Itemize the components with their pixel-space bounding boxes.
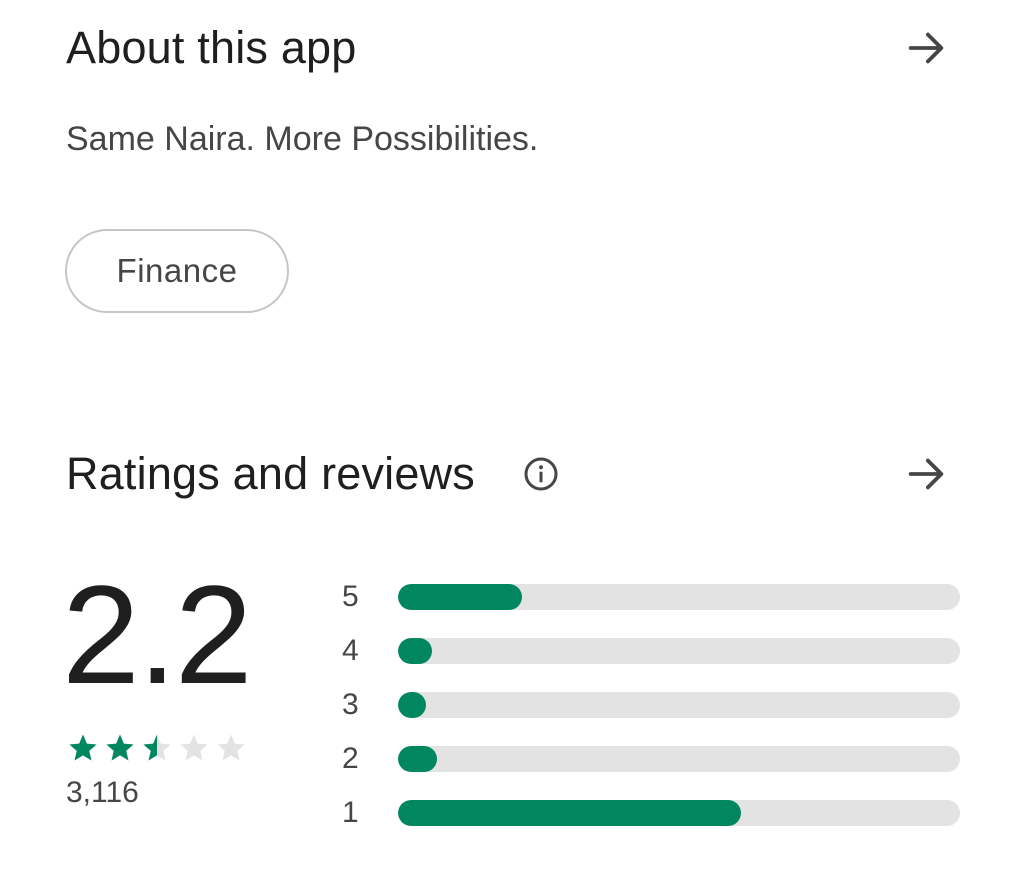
rating-row-1: 1 bbox=[340, 786, 960, 840]
rating-row-label: 3 bbox=[342, 688, 359, 721]
rating-bar-track bbox=[398, 584, 960, 610]
about-section-header[interactable]: About this app bbox=[66, 18, 958, 78]
ratings-arrow-button[interactable] bbox=[900, 448, 952, 500]
ratings-section-header[interactable]: Ratings and reviews bbox=[66, 444, 958, 504]
rating-row-label: 1 bbox=[342, 796, 359, 829]
ratings-info-button[interactable] bbox=[521, 454, 561, 494]
rating-row-5: 5 bbox=[340, 570, 960, 624]
rating-row-label: 2 bbox=[342, 742, 359, 775]
about-arrow-button[interactable] bbox=[900, 22, 952, 74]
rating-bar-fill bbox=[398, 746, 438, 772]
arrow-right-icon bbox=[908, 32, 944, 64]
star-filled-icon bbox=[69, 734, 97, 761]
rating-bar-fill bbox=[398, 638, 432, 664]
rating-bar-track bbox=[398, 638, 960, 664]
info-icon bbox=[524, 457, 558, 491]
category-chip[interactable]: Finance bbox=[65, 229, 289, 313]
rating-bar-track bbox=[398, 692, 960, 718]
rating-bar-track bbox=[398, 746, 960, 772]
arrow-right-icon bbox=[908, 458, 944, 490]
rating-summary: 2.2 3,116 bbox=[62, 565, 296, 810]
average-rating: 2.2 bbox=[62, 556, 253, 713]
app-tagline: Same Naira. More Possibilities. bbox=[66, 120, 539, 158]
star-filled-icon bbox=[106, 734, 134, 761]
app-details-page: About this app Same Naira. More Possibil… bbox=[0, 0, 1024, 875]
rating-row-3: 3 bbox=[340, 678, 960, 732]
rating-histogram: 5 4 3 2 1 bbox=[340, 570, 960, 840]
rating-bar-track bbox=[398, 800, 960, 826]
rating-row-2: 2 bbox=[340, 732, 960, 786]
rating-bar-fill bbox=[398, 692, 427, 718]
rating-bar-fill bbox=[398, 584, 522, 610]
star-half-icon bbox=[143, 734, 171, 761]
rating-row-label: 4 bbox=[342, 634, 359, 667]
star-empty-icon bbox=[180, 734, 208, 761]
rating-row-4: 4 bbox=[340, 624, 960, 678]
rating-row-label: 5 bbox=[342, 580, 359, 613]
review-count: 3,116 bbox=[66, 776, 139, 809]
star-empty-icon bbox=[217, 734, 245, 761]
ratings-title: Ratings and reviews bbox=[66, 448, 475, 499]
rating-bar-fill bbox=[398, 800, 741, 826]
star-rating bbox=[66, 731, 248, 765]
about-title: About this app bbox=[66, 22, 357, 73]
